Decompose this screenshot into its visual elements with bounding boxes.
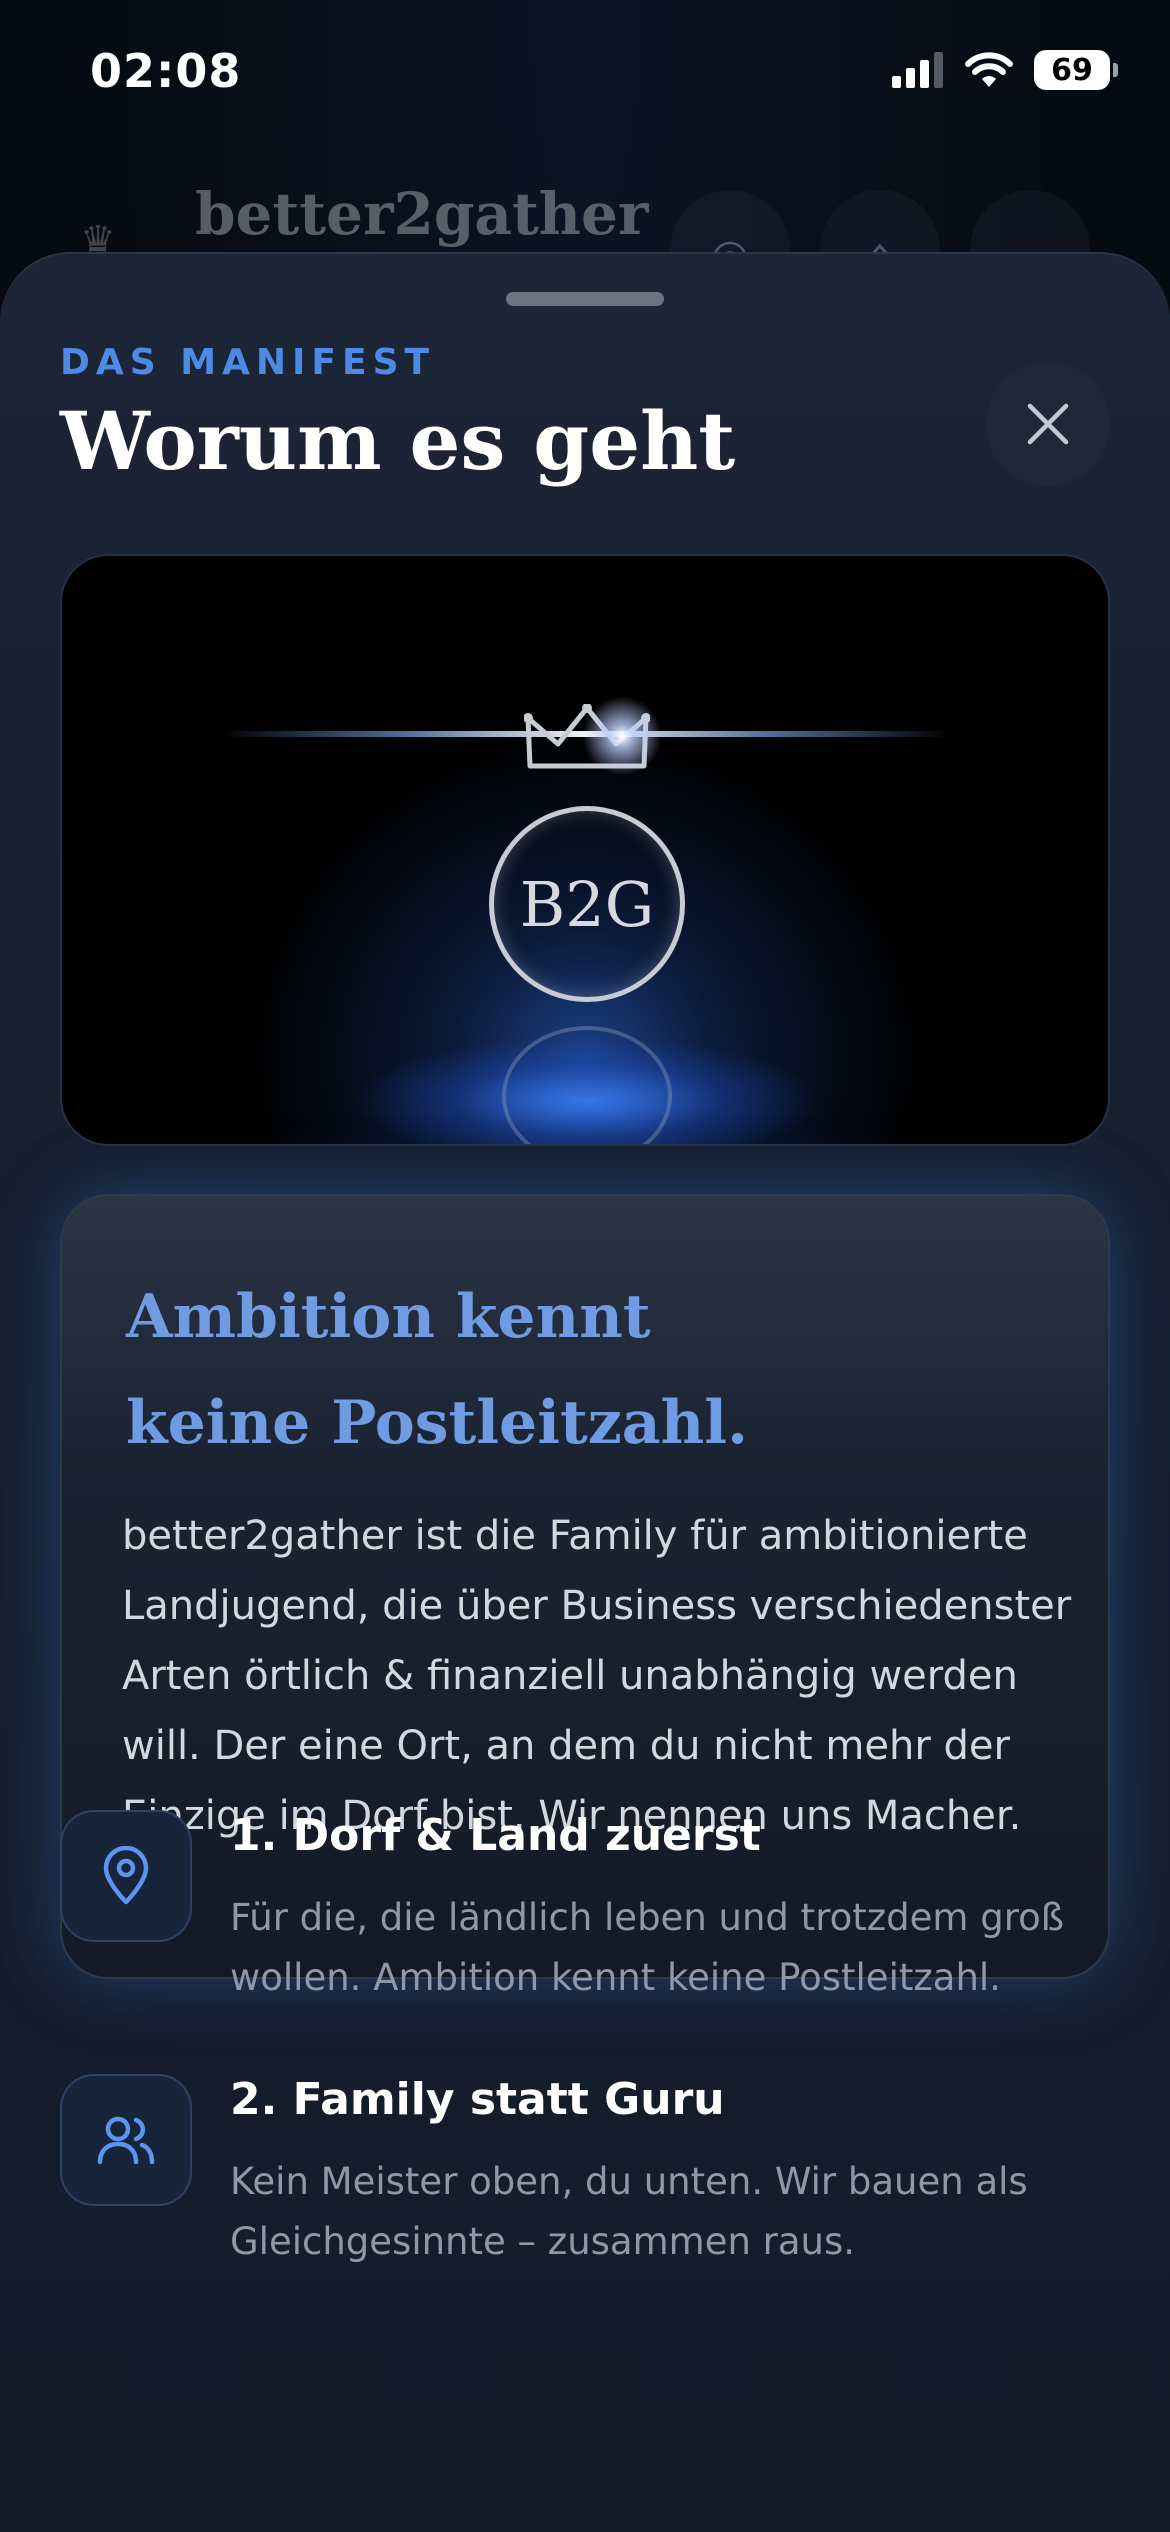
b2g-logo: B2G [489,806,685,1002]
location-pin-icon [60,1810,192,1942]
sheet-grabber[interactable] [506,292,664,306]
feature-item: 1. Dorf & Land zuerst Für die, die ländl… [60,1810,1110,2010]
feature-title: 1. Dorf & Land zuerst [230,1810,761,1861]
close-button[interactable] [986,362,1110,486]
close-icon [1027,403,1069,445]
screen: 02:08 69 ♛ better2gather ◎ ⌂ — [0,0,1170,2532]
status-bar: 02:08 69 [0,0,1170,150]
hero-image: B2G [60,554,1110,1146]
status-icons: 69 [892,50,1118,90]
card-headline-line2: keine Postleitzahl. [126,1388,748,1458]
feature-item: 2. Family statt Guru Kein Meister oben, … [60,2074,1110,2274]
feature-title: 2. Family statt Guru [230,2074,725,2125]
hero-star [582,696,662,776]
feature-description: Kein Meister oben, du unten. Wir bauen a… [230,2160,1028,2263]
card-headline: Ambition kennt keine Postleitzahl. [126,1264,748,1476]
users-icon [60,2074,192,2206]
sheet-title: Worum es geht [60,394,736,488]
card-body: better2gather ist die Family für ambitio… [122,1513,1072,1839]
status-time: 02:08 [90,44,242,98]
cellular-signal-icon [892,52,943,88]
wifi-icon [965,52,1013,87]
brand-name: better2gather [195,180,649,248]
feature-description: Für die, die ländlich leben und trotzdem… [230,1896,1065,1999]
sheet-kicker: DAS MANIFEST [60,342,436,383]
battery-icon: 69 [1034,50,1118,90]
card-headline-line1: Ambition kennt [126,1282,651,1352]
